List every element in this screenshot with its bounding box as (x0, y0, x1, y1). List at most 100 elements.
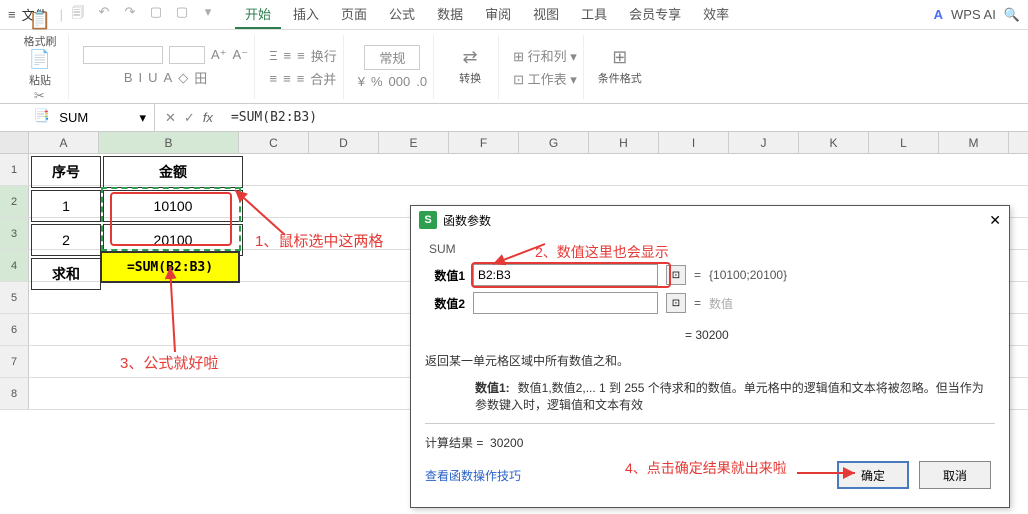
select-all-corner[interactable] (0, 132, 29, 153)
align-left-icon[interactable]: ≡ (270, 71, 278, 86)
cell[interactable]: 1 (31, 190, 101, 222)
font-inc-icon[interactable]: A⁺ (211, 47, 227, 63)
range-picker-icon[interactable]: ⊡ (666, 293, 686, 313)
cell[interactable]: 10100 (103, 190, 243, 222)
active-cell[interactable]: =SUM(B2:B3) (100, 251, 240, 283)
convert-button[interactable]: ⇄ 转换 (448, 47, 492, 86)
col-header[interactable]: H (589, 132, 659, 153)
tab-efficiency[interactable]: 效率 (693, 0, 739, 29)
row-header[interactable]: 3 (0, 218, 29, 249)
accept-formula-icon[interactable]: ✓ (184, 110, 195, 126)
undo-icon[interactable]: ↶ (93, 4, 115, 26)
font-color-icon[interactable]: A (164, 70, 173, 85)
tab-data[interactable]: 数据 (427, 0, 473, 29)
col-header[interactable]: C (239, 132, 309, 153)
align-mid-icon[interactable]: ≡ (284, 48, 292, 63)
row-header[interactable]: 6 (0, 314, 29, 345)
tab-start[interactable]: 开始 (235, 0, 281, 29)
format-brush-button[interactable]: 📋 格式刷 (18, 10, 62, 49)
wps-ai-label[interactable]: WPS AI (951, 7, 996, 22)
col-header[interactable]: G (519, 132, 589, 153)
underline-icon[interactable]: U (148, 70, 157, 85)
row-header[interactable]: 7 (0, 346, 29, 377)
param-description: 数值1:数值1,数值2,... 1 到 255 个待求和的数值。单元格中的逻辑值… (425, 375, 995, 423)
cell[interactable]: 求和 (31, 258, 101, 290)
dec-inc-icon[interactable]: .0 (416, 74, 427, 89)
quick-access-toolbar: 🗐 ↶ ↷ ▢ ▢ ▾ (67, 4, 219, 26)
align-right-icon[interactable]: ≡ (297, 71, 305, 86)
param-label: 数值2 (425, 295, 465, 312)
number-format-dropdown[interactable]: 常规 (364, 45, 420, 70)
cond-format-button[interactable]: ⊞ 条件格式 (598, 47, 642, 86)
tab-formula[interactable]: 公式 (379, 0, 425, 29)
qa-icon[interactable]: ▢ (171, 4, 193, 26)
formula-input[interactable]: =SUM(B2:B3) (223, 110, 1028, 125)
currency-icon[interactable]: ¥ (358, 74, 365, 89)
hamburger-icon[interactable]: ≡ (8, 7, 16, 22)
col-header[interactable]: J (729, 132, 799, 153)
col-header[interactable]: K (799, 132, 869, 153)
align-top-icon[interactable]: Ξ (269, 48, 277, 63)
cell[interactable]: 2 (31, 224, 101, 256)
row-header[interactable]: 2 (0, 186, 29, 217)
tab-page[interactable]: 页面 (331, 0, 377, 29)
tab-tools[interactable]: 工具 (571, 0, 617, 29)
row-header[interactable]: 4 (0, 250, 29, 281)
font-dropdown[interactable] (83, 46, 163, 64)
wps-ai-icon[interactable]: A (934, 7, 943, 22)
range-picker-icon[interactable]: ⊡ (666, 265, 686, 285)
size-dropdown[interactable] (169, 46, 205, 64)
align-center-icon[interactable]: ≡ (283, 71, 291, 86)
name-box[interactable]: SUM ▾ (0, 104, 155, 131)
search-icon[interactable]: 🔍 (1004, 7, 1020, 23)
redo-icon[interactable]: ↷ (119, 4, 141, 26)
ribbon-tabs: 开始 插入 页面 公式 数据 审阅 视图 工具 会员专享 效率 (235, 0, 739, 29)
tab-view[interactable]: 视图 (523, 0, 569, 29)
cut-icon[interactable]: ✂ (34, 88, 50, 104)
cancel-button[interactable]: 取消 (919, 461, 991, 489)
tab-insert[interactable]: 插入 (283, 0, 329, 29)
cell[interactable]: 金额 (103, 156, 243, 188)
ribbon: 📋 格式刷 📄 粘贴 ✂ 📑 A⁺ A⁻ B I U A ◇ 田 Ξ (0, 30, 1028, 104)
comma-icon[interactable]: 000 (389, 74, 411, 89)
row-header[interactable]: 5 (0, 282, 29, 313)
border-icon[interactable]: 田 (194, 68, 207, 87)
tab-vip[interactable]: 会员专享 (619, 0, 691, 29)
col-header[interactable]: D (309, 132, 379, 153)
dropdown-icon[interactable]: ▾ (197, 4, 219, 26)
chevron-down-icon[interactable]: ▾ (139, 110, 146, 126)
italic-icon[interactable]: I (139, 70, 143, 85)
param-preview: 数值 (709, 295, 733, 312)
col-header[interactable]: I (659, 132, 729, 153)
param2-input[interactable] (473, 292, 658, 314)
col-header[interactable]: E (379, 132, 449, 153)
cancel-formula-icon[interactable]: ✕ (165, 110, 176, 126)
col-header[interactable]: L (869, 132, 939, 153)
save-icon[interactable]: 🗐 (67, 4, 89, 26)
cell[interactable]: 序号 (31, 156, 101, 188)
qa-icon[interactable]: ▢ (145, 4, 167, 26)
row-header[interactable]: 1 (0, 154, 29, 185)
tab-review[interactable]: 审阅 (475, 0, 521, 29)
wrap-icon[interactable]: 换行 (311, 46, 337, 65)
row-header[interactable]: 8 (0, 378, 29, 409)
percent-icon[interactable]: % (371, 74, 383, 89)
rowcol-button[interactable]: ⊞ 行和列 ▾ (513, 46, 577, 65)
col-header[interactable]: B (99, 132, 239, 153)
col-header[interactable]: M (939, 132, 1009, 153)
help-link[interactable]: 查看函数操作技巧 (425, 467, 521, 484)
col-header[interactable]: F (449, 132, 519, 153)
align-bot-icon[interactable]: ≡ (297, 48, 305, 63)
bold-icon[interactable]: B (124, 70, 133, 85)
param1-input[interactable] (473, 264, 658, 286)
font-dec-icon[interactable]: A⁻ (233, 47, 249, 63)
paste-button[interactable]: 📄 粘贴 (18, 49, 62, 88)
close-icon[interactable]: ✕ (989, 212, 1001, 229)
col-header[interactable]: A (29, 132, 99, 153)
ok-button[interactable]: 确定 (837, 461, 909, 489)
fill-color-icon[interactable]: ◇ (178, 70, 188, 86)
fx-icon[interactable]: fx (203, 110, 213, 125)
worksheet-button[interactable]: ⊡ 工作表 ▾ (513, 69, 577, 88)
merge-icon[interactable]: 合并 (310, 69, 336, 88)
dialog-titlebar[interactable]: S 函数参数 ✕ (411, 206, 1009, 234)
